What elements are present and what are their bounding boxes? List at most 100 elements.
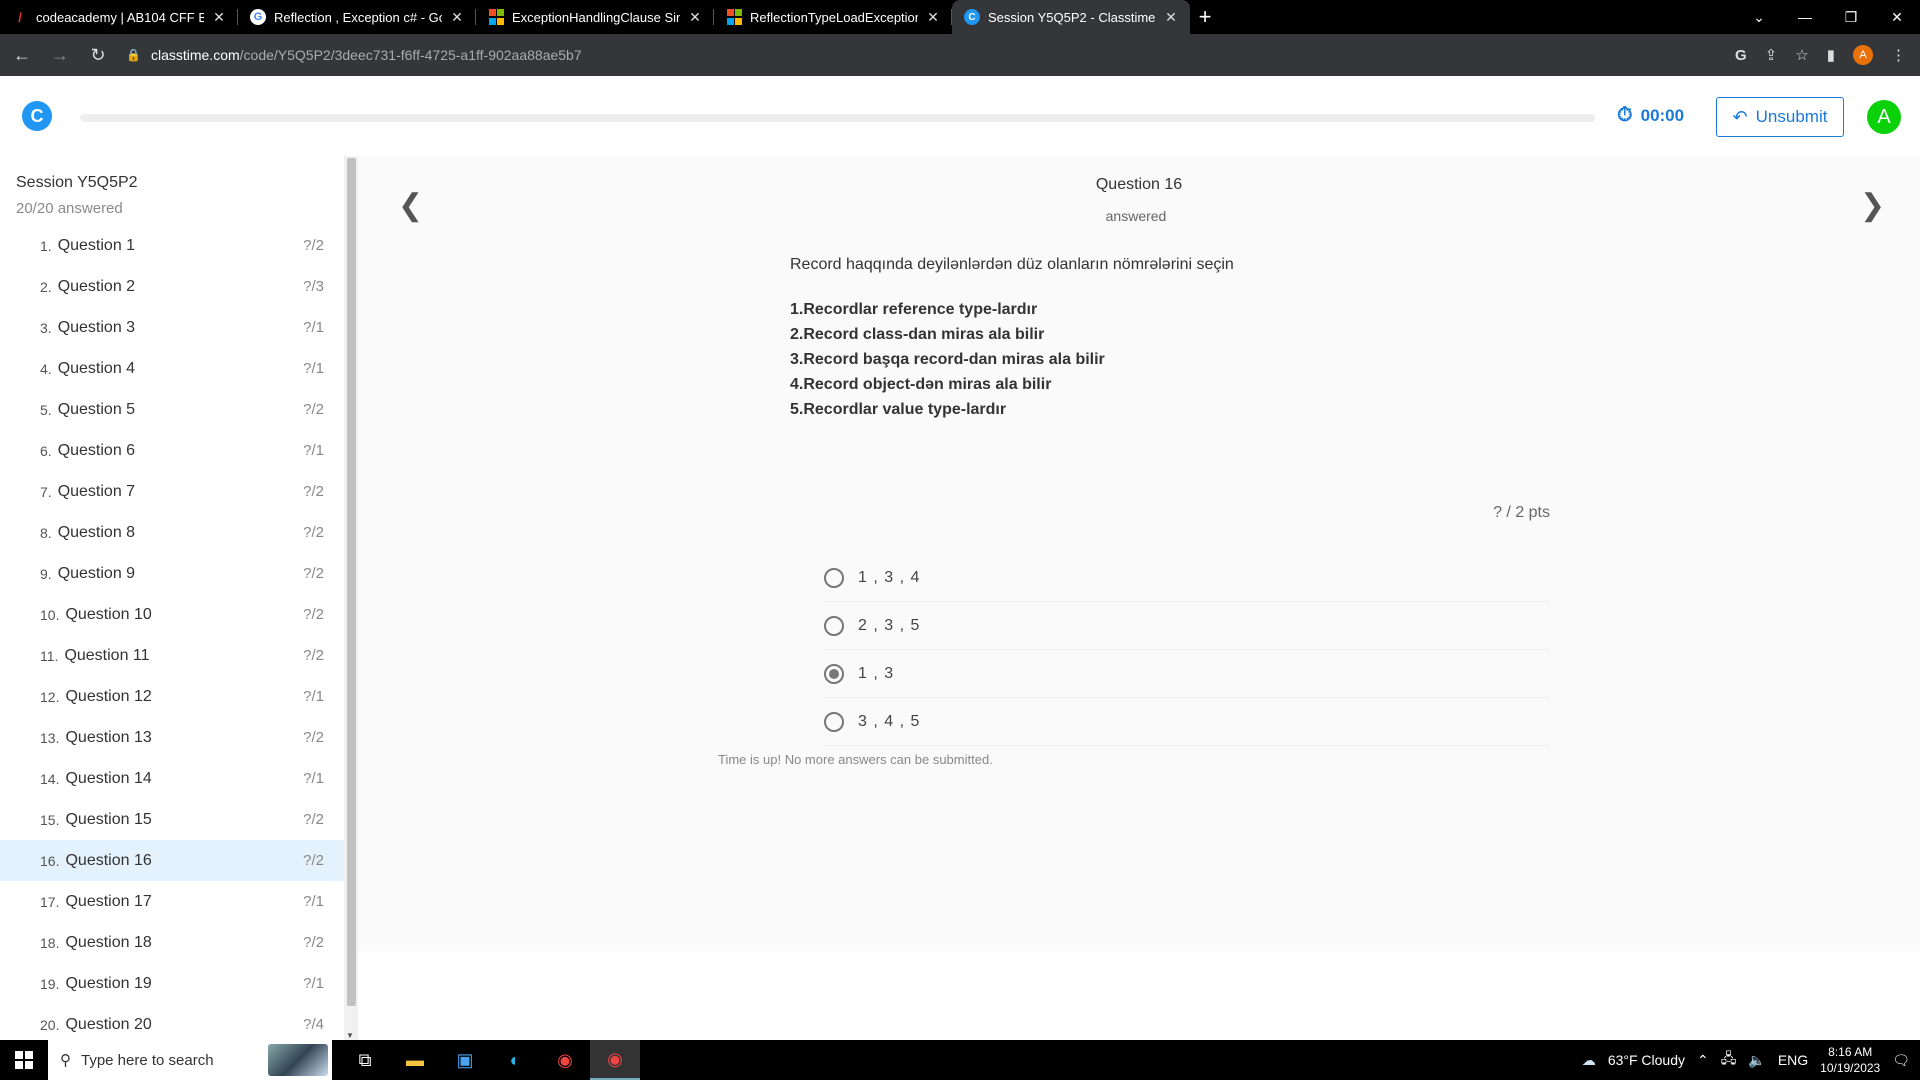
start-button[interactable]: [0, 1040, 48, 1080]
taskbar-search[interactable]: ⚲ Type here to search: [48, 1040, 332, 1080]
question-number: 3.: [40, 319, 52, 336]
sidebar-question-item[interactable]: 7. Question 7 ?/2: [0, 471, 344, 512]
share-icon[interactable]: ⇪: [1765, 46, 1778, 64]
task-view-icon[interactable]: ⧉: [340, 1040, 390, 1080]
bookmark-star-icon[interactable]: ☆: [1795, 46, 1808, 64]
side-panel-icon[interactable]: ▮: [1827, 46, 1835, 64]
sidebar-question-item[interactable]: 3. Question 3 ?/1: [0, 307, 344, 348]
progress-bar: [80, 114, 1595, 122]
question-score: ?/1: [303, 319, 324, 336]
tab-title: Session Y5Q5P2 - Classtime: [988, 9, 1156, 25]
question-score: ?/1: [303, 442, 324, 459]
answer-option[interactable]: 1 , 3: [824, 650, 1550, 698]
sidebar-question-item[interactable]: 20. Question 20 ?/4: [0, 1004, 344, 1040]
sidebar-question-item[interactable]: 17. Question 17 ?/1: [0, 881, 344, 922]
question-number: 17.: [40, 893, 60, 910]
chrome-icon[interactable]: ◉: [540, 1040, 590, 1080]
window-controls: ⌄ — ❐ ✕: [1736, 0, 1920, 34]
file-explorer-icon[interactable]: ▬: [390, 1040, 440, 1080]
answer-options: 1 , 3 , 4 2 , 3 , 5 1 , 3 3 , 4 , 5: [824, 554, 1550, 746]
chevron-up-icon[interactable]: ⌃: [1697, 1052, 1709, 1069]
language[interactable]: ENG: [1778, 1052, 1808, 1068]
answer-option[interactable]: 3 , 4 , 5: [824, 698, 1550, 746]
edge-icon[interactable]: ◐: [490, 1040, 540, 1080]
chrome-profile-icon[interactable]: ◉: [590, 1040, 640, 1080]
radio-button[interactable]: [824, 567, 844, 588]
forward-icon[interactable]: →: [44, 39, 76, 71]
scroll-down-icon[interactable]: ▼: [346, 1031, 354, 1040]
browser-tab[interactable]: ExceptionHandlingClause Sinfi (S ✕: [476, 0, 714, 34]
sidebar-question-item[interactable]: 9. Question 9 ?/2: [0, 553, 344, 594]
sidebar-question-item[interactable]: 4. Question 4 ?/1: [0, 348, 344, 389]
restore-icon[interactable]: ❐: [1828, 0, 1874, 34]
search-icon: ⚲: [60, 1052, 71, 1069]
option-label: 2 , 3 , 5: [858, 616, 921, 634]
classtime-logo-icon[interactable]: C: [22, 101, 52, 131]
google-lens-icon[interactable]: G: [1735, 47, 1747, 64]
radio-button[interactable]: [824, 615, 844, 636]
radio-button[interactable]: [824, 711, 844, 732]
url-field[interactable]: 🔒 classtime.com/code/Y5Q5P2/3deec731-f6f…: [126, 39, 1735, 71]
sidebar-question-item[interactable]: 15. Question 15 ?/2: [0, 799, 344, 840]
sidebar-question-item[interactable]: 11. Question 11 ?/2: [0, 635, 344, 676]
sidebar-question-item[interactable]: 1. Question 1 ?/2: [0, 225, 344, 266]
browser-tab[interactable]: ReflectionTypeLoadException Sin ✕: [714, 0, 952, 34]
undo-icon: ↶: [1732, 106, 1748, 127]
question-number: 20.: [40, 1016, 60, 1033]
scrollbar-thumb[interactable]: [347, 158, 356, 1006]
sidebar-question-item[interactable]: 10. Question 10 ?/2: [0, 594, 344, 635]
network-icon[interactable]: 🖧: [1721, 1048, 1737, 1072]
answer-option[interactable]: 2 , 3 , 5: [824, 602, 1550, 650]
answer-option[interactable]: 1 , 3 , 4: [824, 554, 1550, 602]
statement: 5.Recordlar value type-lardır: [790, 401, 1007, 418]
sidebar-question-item[interactable]: 5. Question 5 ?/2: [0, 389, 344, 430]
sidebar-question-item[interactable]: 6. Question 6 ?/1: [0, 430, 344, 471]
weather[interactable]: 63°F Cloudy: [1608, 1052, 1685, 1068]
close-tab-icon[interactable]: ✕: [688, 9, 702, 26]
radio-button-selected[interactable]: [824, 663, 844, 684]
profile-avatar[interactable]: A: [1853, 45, 1873, 65]
sidebar-question-item[interactable]: 13. Question 13 ?/2: [0, 717, 344, 758]
statement-list: 1.Recordlar reference type-lardır 2.Reco…: [790, 297, 1105, 422]
close-window-icon[interactable]: ✕: [1874, 0, 1920, 34]
close-tab-icon[interactable]: ✕: [212, 9, 226, 26]
session-name: Session Y5Q5P2: [16, 174, 138, 191]
reload-icon[interactable]: ↻: [82, 39, 114, 71]
minimize-icon[interactable]: —: [1782, 0, 1828, 34]
unsubmit-button[interactable]: ↶ Unsubmit: [1716, 97, 1844, 137]
question-score: ?/2: [303, 729, 324, 746]
question-score: ?/1: [303, 770, 324, 787]
question-score: ?/2: [303, 811, 324, 828]
browser-tab-active[interactable]: C Session Y5Q5P2 - Classtime ✕: [952, 0, 1190, 34]
question-score: ?/2: [303, 647, 324, 664]
store-icon[interactable]: ▣: [440, 1040, 490, 1080]
question-label: Question 9: [57, 564, 136, 582]
sidebar-question-item[interactable]: 12. Question 12 ?/1: [0, 676, 344, 717]
option-label: 1 , 3 , 4: [858, 568, 921, 586]
tab-search-icon[interactable]: ⌄: [1736, 0, 1782, 34]
clock[interactable]: 8:16 AM 10/19/2023: [1820, 1044, 1880, 1076]
sidebar-scrollbar[interactable]: ▼: [344, 156, 358, 1040]
menu-kebab-icon[interactable]: ⋮: [1891, 46, 1906, 64]
back-icon[interactable]: ←: [6, 39, 38, 71]
sidebar-question-item[interactable]: 16. Question 16 ?/2: [0, 840, 344, 881]
sidebar-question-item[interactable]: 2. Question 2 ?/3: [0, 266, 344, 307]
notification-icon[interactable]: 🗨: [1892, 1052, 1910, 1069]
question-score: ?/2: [303, 606, 324, 623]
close-tab-icon[interactable]: ✕: [1164, 9, 1178, 26]
sidebar-question-item[interactable]: 18. Question 18 ?/2: [0, 922, 344, 963]
user-avatar[interactable]: A: [1867, 100, 1901, 134]
close-tab-icon[interactable]: ✕: [926, 9, 940, 26]
sidebar-question-item[interactable]: 19. Question 19 ?/1: [0, 963, 344, 1004]
new-tab-button[interactable]: +: [1190, 0, 1220, 34]
volume-icon[interactable]: 🔈: [1748, 1052, 1765, 1069]
question-number: 11.: [40, 647, 59, 664]
browser-tab[interactable]: G Reflection , Exception c# - Goog ✕: [238, 0, 476, 34]
browser-tab[interactable]: / codeacademy | AB104 CFF Backe ✕: [0, 0, 238, 34]
sidebar-question-item[interactable]: 8. Question 8 ?/2: [0, 512, 344, 553]
tab-title: ExceptionHandlingClause Sinfi (S: [512, 9, 680, 25]
question-number: 19.: [40, 975, 60, 992]
question-number: 7.: [40, 483, 52, 500]
sidebar-question-item[interactable]: 14. Question 14 ?/1: [0, 758, 344, 799]
close-tab-icon[interactable]: ✕: [450, 9, 464, 26]
